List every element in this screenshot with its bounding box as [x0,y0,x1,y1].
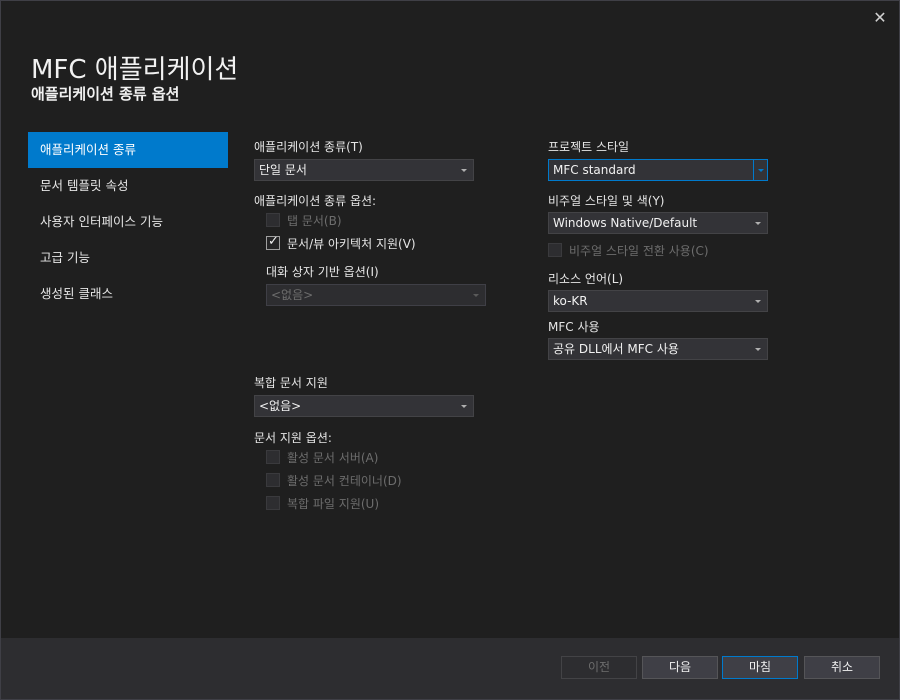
doc-view-architecture-label: 문서/뷰 아키텍처 지원(V) [287,236,416,251]
resource-language-label: 리소스 언어(L) [548,272,624,286]
tabbed-documents-label: 탭 문서(B) [287,213,342,228]
sidebar-item-advanced-features[interactable]: 고급 기능 [28,240,228,276]
compound-file-support-checkbox[interactable]: 복합 파일 지원(U) [266,494,379,512]
chevron-down-icon [754,339,762,359]
dialog-options-label: 대화 상자 기반 옵션(I) [266,265,379,279]
project-style-select[interactable]: MFC standard [548,159,768,181]
checkbox-box [266,496,280,510]
use-of-mfc-value: 공유 DLL에서 MFC 사용 [553,342,679,356]
doc-view-architecture-checkbox[interactable]: ✓ 문서/뷰 아키텍처 지원(V) [266,234,416,252]
chevron-down-icon [754,291,762,311]
active-document-container-label: 활성 문서 컨테이너(D) [287,473,402,488]
close-icon[interactable]: ✕ [870,8,890,28]
compound-file-support-label: 복합 파일 지원(U) [287,496,380,511]
application-type-options-label: 애플리케이션 종류 옵션: [254,194,377,208]
application-type-value: 단일 문서 [259,163,307,177]
next-button[interactable]: 다음 [642,656,718,679]
checkbox-box: ✓ [266,234,280,250]
visual-style-select[interactable]: Windows Native/Default [548,212,768,234]
use-of-mfc-select[interactable]: 공유 DLL에서 MFC 사용 [548,338,768,360]
checkbox-box [266,473,280,487]
cancel-button[interactable]: 취소 [804,656,880,679]
chevron-down-icon [754,213,762,233]
chevron-down-icon [460,160,468,180]
checkbox-box [266,213,280,227]
sidebar-item-document-template[interactable]: 문서 템플릿 속성 [28,168,228,204]
page-subtitle: 애플리케이션 종류 옵션 [31,85,180,103]
page-title: MFC 애플리케이션 [31,55,239,85]
active-document-container-checkbox[interactable]: 활성 문서 컨테이너(D) [266,471,402,489]
project-style-label: 프로젝트 스타일 [548,140,630,154]
chevron-down-icon [472,285,480,305]
use-of-mfc-label: MFC 사용 [548,320,600,334]
document-support-options-label: 문서 지원 옵션: [254,431,332,445]
application-type-label: 애플리케이션 종류(T) [254,140,363,154]
visual-style-value: Windows Native/Default [553,216,698,230]
sidebar-item-generated-classes[interactable]: 생성된 클래스 [28,276,228,312]
project-style-value: MFC standard [553,163,636,177]
checkbox-box [548,243,562,257]
active-document-server-label: 활성 문서 서버(A) [287,450,379,465]
visual-style-label: 비주얼 스타일 및 색(Y) [548,194,665,208]
sidebar-nav: 애플리케이션 종류 문서 템플릿 속성 사용자 인터페이스 기능 고급 기능 생… [28,132,228,312]
dialog-options-value: <없음> [271,288,314,302]
tabbed-documents-checkbox[interactable]: 탭 문서(B) [266,211,342,229]
visual-style-switching-checkbox[interactable]: 비주얼 스타일 전환 사용(C) [548,241,709,259]
checkmark-icon: ✓ [268,234,279,249]
finish-button[interactable]: 마침 [722,656,798,679]
active-document-server-checkbox[interactable]: 활성 문서 서버(A) [266,448,378,466]
checkbox-box [266,450,280,464]
sidebar-item-user-interface[interactable]: 사용자 인터페이스 기능 [28,204,228,240]
compound-document-value: <없음> [259,399,302,413]
previous-button[interactable]: 이전 [561,656,637,679]
resource-language-select[interactable]: ko-KR [548,290,768,312]
dialog-window: ✕ MFC 애플리케이션 애플리케이션 종류 옵션 애플리케이션 종류 문서 템… [0,0,900,700]
chevron-down-icon [753,160,767,180]
application-type-select[interactable]: 단일 문서 [254,159,474,181]
chevron-down-icon [460,396,468,416]
visual-style-switching-label: 비주얼 스타일 전환 사용(C) [569,243,709,258]
resource-language-value: ko-KR [553,294,588,308]
sidebar-item-application-type[interactable]: 애플리케이션 종류 [28,132,228,168]
compound-document-label: 복합 문서 지원 [254,376,328,390]
dialog-options-select[interactable]: <없음> [266,284,486,306]
compound-document-select[interactable]: <없음> [254,395,474,417]
